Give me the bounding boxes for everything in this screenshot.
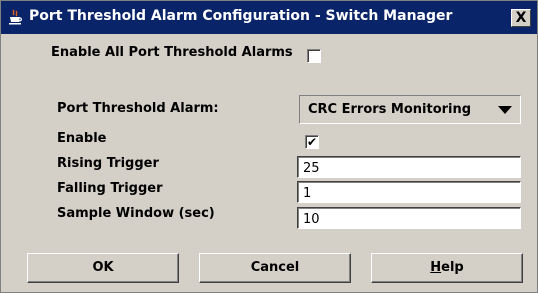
title-bar[interactable]: Port Threshold Alarm Configuration - Swi…: [1, 1, 537, 34]
sample-window-input[interactable]: [297, 207, 521, 229]
sample-window-label: Sample Window (sec): [57, 206, 215, 221]
close-icon: X: [515, 10, 527, 26]
falling-trigger-input[interactable]: [297, 181, 521, 203]
cancel-button[interactable]: Cancel: [199, 253, 351, 283]
alarm-type-label: Port Threshold Alarm:: [57, 101, 219, 116]
alarm-type-selected: CRC Errors Monitoring: [308, 102, 472, 117]
rising-trigger-label: Rising Trigger: [57, 156, 159, 171]
enable-label: Enable: [57, 131, 107, 146]
help-button[interactable]: Help: [371, 253, 523, 283]
checkmark-icon: ✔: [306, 135, 318, 149]
chevron-down-icon[interactable]: [498, 106, 512, 114]
enable-all-label: Enable All Port Threshold Alarms: [51, 45, 293, 60]
falling-trigger-label: Falling Trigger: [57, 181, 163, 196]
enable-checkbox[interactable]: ✔: [305, 135, 319, 149]
rising-trigger-input[interactable]: [297, 156, 521, 178]
dialog-window: Port Threshold Alarm Configuration - Swi…: [0, 0, 538, 293]
window-title: Port Threshold Alarm Configuration - Swi…: [29, 8, 453, 24]
close-button[interactable]: X: [511, 9, 531, 27]
java-cup-icon: [7, 9, 23, 25]
enable-all-checkbox[interactable]: [307, 49, 321, 63]
alarm-type-dropdown[interactable]: CRC Errors Monitoring: [299, 95, 521, 124]
ok-button[interactable]: OK: [27, 253, 179, 283]
